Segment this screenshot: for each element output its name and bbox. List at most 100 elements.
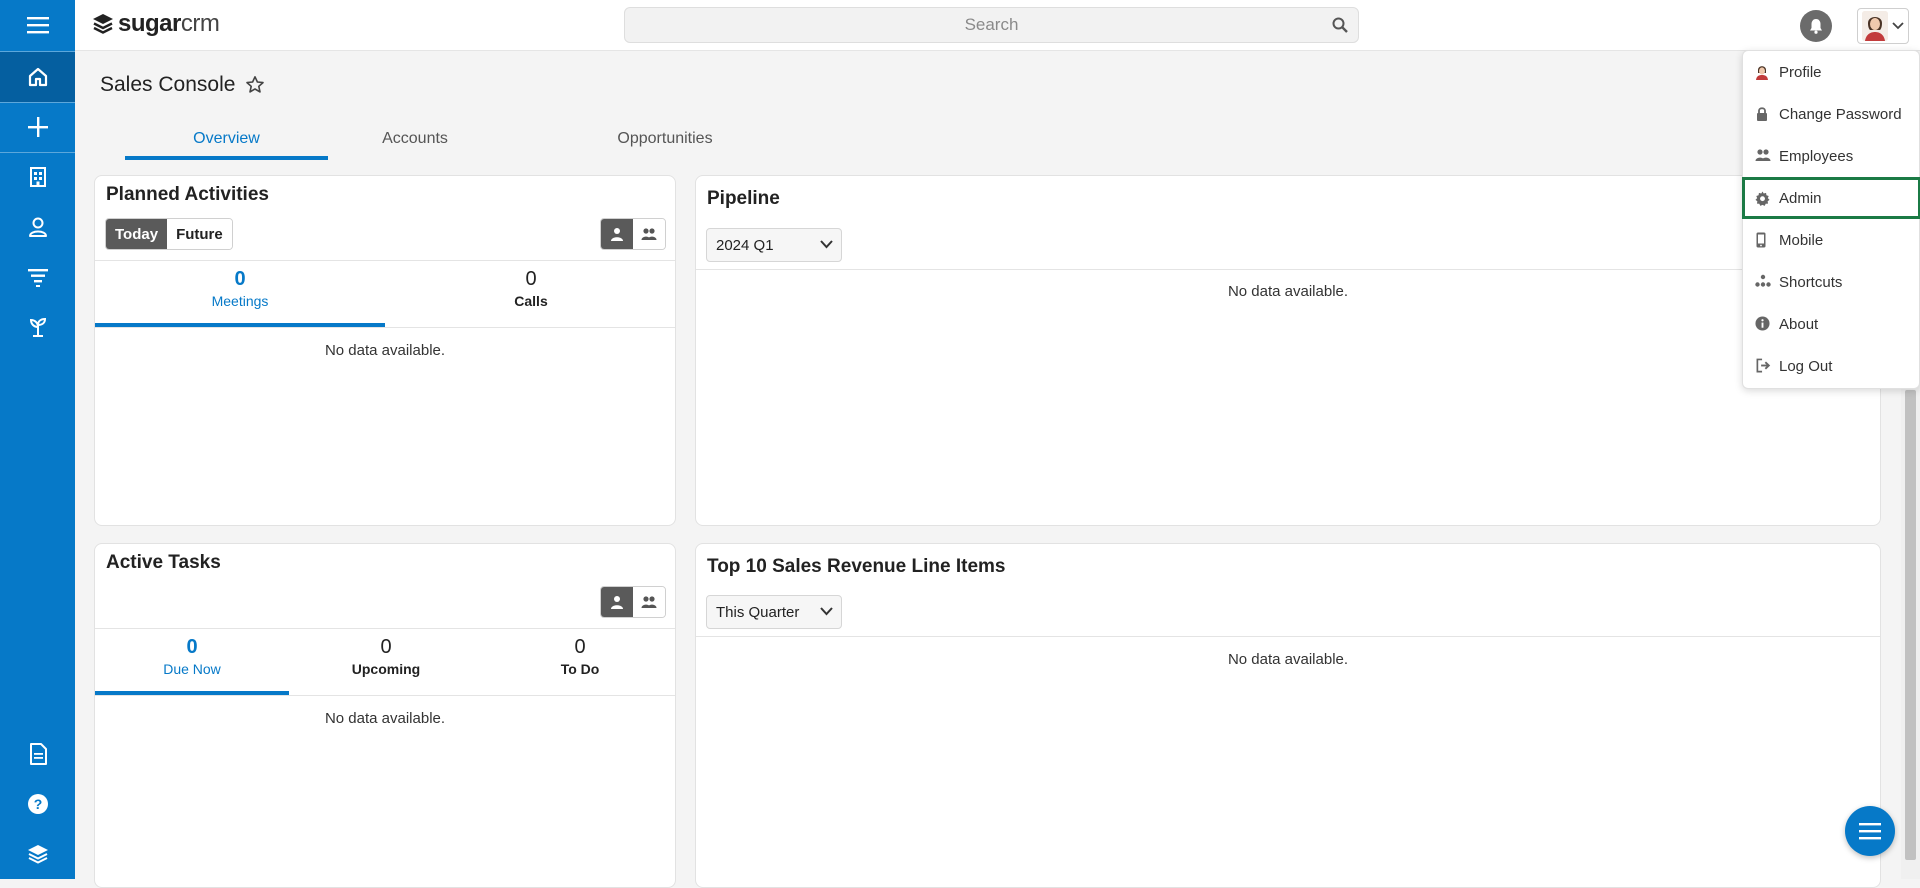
calls-count-label: Calls (514, 293, 548, 309)
search-icon[interactable] (1332, 17, 1348, 33)
tab-accounts[interactable]: Accounts (350, 118, 480, 160)
accounts-building-icon[interactable] (0, 152, 75, 202)
future-button[interactable]: Future (167, 219, 232, 249)
shortcuts-icon (1755, 274, 1771, 288)
document-icon[interactable] (0, 729, 75, 779)
top-header: sugar crm (75, 0, 1920, 51)
upcoming-count[interactable]: 0 Upcoming (289, 636, 483, 677)
meetings-count-value: 0 (234, 268, 246, 290)
due-now-value: 0 (186, 636, 198, 658)
divider (95, 628, 675, 629)
menu-item-admin[interactable]: Admin (1742, 177, 1920, 219)
due-now-count[interactable]: 0 Due Now (95, 636, 289, 677)
empty-state-text: No data available. (324, 710, 446, 727)
today-future-toggle: Today Future (105, 218, 233, 250)
menu-item-label: Mobile (1779, 231, 1824, 249)
dashlet-title: Planned Activities (106, 184, 269, 205)
period-select-value: This Quarter (716, 603, 800, 621)
menu-item-label: Change Password (1779, 105, 1902, 123)
menu-item-label: About (1779, 315, 1819, 333)
my-items-person-icon[interactable] (601, 587, 633, 617)
menu-item-mobile[interactable]: Mobile (1743, 219, 1920, 261)
favorite-star-icon[interactable] (245, 75, 265, 95)
user-dropdown-menu: Profile Change Password Employees Admin … (1742, 50, 1920, 389)
page-title: Sales Console (100, 73, 265, 97)
my-items-person-icon[interactable] (601, 219, 633, 249)
menu-item-label: Employees (1779, 147, 1854, 165)
menu-item-label: Admin (1779, 189, 1822, 207)
calls-count[interactable]: 0 Calls (385, 268, 675, 309)
divider (95, 695, 675, 696)
profile-icon (1755, 64, 1769, 80)
list-menu-icon (1859, 822, 1881, 840)
lock-icon (1755, 106, 1769, 122)
tab-overview[interactable]: Overview (125, 118, 328, 160)
menu-item-change-password[interactable]: Change Password (1743, 93, 1920, 135)
notifications-bell-icon[interactable] (1800, 10, 1832, 42)
logout-icon (1755, 358, 1771, 373)
logo-text-bold: sugar (118, 10, 181, 37)
divider (696, 636, 1880, 637)
chevron-down-icon (1892, 22, 1904, 30)
menu-item-log-out[interactable]: Log Out (1743, 345, 1920, 387)
user-menu-button[interactable] (1857, 8, 1909, 44)
opportunities-plant-icon[interactable] (0, 302, 75, 352)
pipeline-dashlet: Pipeline 2024 Q1 No data available. (695, 175, 1881, 526)
sugarcrm-logo[interactable]: sugar crm (91, 10, 220, 38)
quick-create-plus-icon[interactable] (0, 102, 75, 152)
meetings-count[interactable]: 0 Meetings (95, 268, 385, 309)
svg-text:?: ? (33, 796, 42, 812)
home-icon[interactable] (0, 52, 75, 102)
menu-item-label: Profile (1779, 63, 1822, 81)
contacts-person-icon[interactable] (0, 202, 75, 252)
help-icon[interactable]: ? (0, 779, 75, 829)
sidebar: ? (0, 0, 75, 879)
upcoming-label: Upcoming (351, 661, 421, 677)
divider (95, 327, 675, 328)
empty-state-text: No data available. (324, 342, 446, 359)
search-input[interactable] (625, 8, 1358, 42)
top-sales-revenue-dashlet: Top 10 Sales Revenue Line Items This Qua… (695, 543, 1881, 888)
empty-state-text: No data available. (1227, 283, 1349, 300)
hamburger-menu-icon[interactable] (0, 0, 75, 50)
my-team-toggle (600, 586, 666, 618)
team-items-group-icon[interactable] (633, 587, 665, 617)
pipeline-period-select[interactable]: 2024 Q1 (706, 228, 842, 262)
dashlet-title: Top 10 Sales Revenue Line Items (707, 556, 1006, 577)
chevron-down-icon (820, 607, 833, 616)
dashlet-title: Pipeline (707, 188, 780, 209)
team-items-group-icon[interactable] (633, 219, 665, 249)
layers-icon[interactable] (0, 829, 75, 879)
gear-icon (1755, 191, 1770, 206)
floating-menu-button[interactable] (1845, 806, 1895, 856)
mobile-icon (1755, 232, 1767, 248)
chevron-down-icon (820, 240, 833, 249)
calls-count-value: 0 (525, 268, 537, 290)
page-title-text: Sales Console (100, 73, 236, 96)
empty-state-text: No data available. (1227, 651, 1349, 668)
global-search[interactable] (624, 7, 1359, 43)
employees-icon (1755, 148, 1771, 162)
to-do-count[interactable]: 0 To Do (483, 636, 675, 677)
menu-item-shortcuts[interactable]: Shortcuts (1743, 261, 1920, 303)
due-now-label: Due Now (163, 661, 221, 677)
dashlet-title: Active Tasks (106, 552, 221, 573)
today-button[interactable]: Today (106, 219, 168, 249)
menu-item-label: Log Out (1779, 357, 1833, 375)
menu-item-profile[interactable]: Profile (1743, 51, 1920, 93)
to-do-label: To Do (560, 661, 600, 677)
leads-filter-icon[interactable] (0, 252, 75, 302)
menu-item-about[interactable]: About (1743, 303, 1920, 345)
scrollbar-thumb[interactable] (1905, 390, 1916, 860)
meetings-count-label: Meetings (211, 293, 269, 309)
info-icon (1755, 316, 1770, 331)
avatar (1862, 11, 1888, 41)
menu-item-employees[interactable]: Employees (1743, 135, 1920, 177)
tab-opportunities[interactable]: Opportunities (575, 118, 755, 160)
period-select[interactable]: This Quarter (706, 595, 842, 629)
console-tabs: Overview Accounts Opportunities (75, 118, 1875, 160)
pipeline-period-value: 2024 Q1 (716, 236, 774, 254)
logo-text-light: crm (180, 10, 220, 37)
active-tasks-dashlet: Active Tasks 0 Due Now 0 Upcoming 0 To D… (94, 543, 676, 888)
divider (95, 260, 675, 261)
